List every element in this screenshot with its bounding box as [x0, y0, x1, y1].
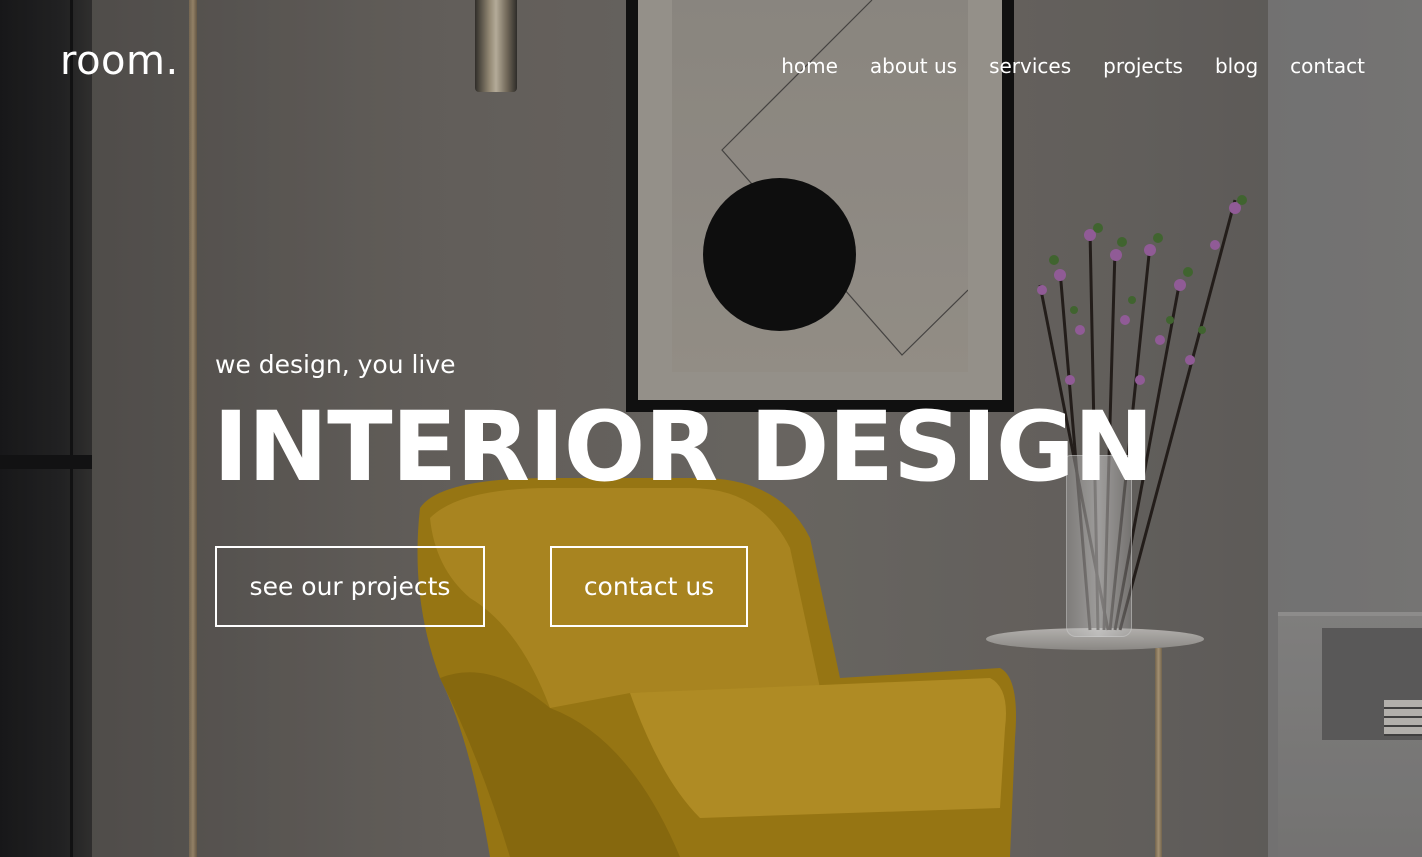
nav-item-about-us[interactable]: about us: [870, 54, 957, 78]
main-nav: home about us services projects blog con…: [781, 54, 1365, 78]
nav-item-blog[interactable]: blog: [1215, 54, 1258, 78]
hero-section: room. home about us services projects bl…: [0, 0, 1422, 857]
nav-item-projects[interactable]: projects: [1103, 54, 1183, 78]
nav-item-contact[interactable]: contact: [1290, 54, 1365, 78]
nav-item-services[interactable]: services: [989, 54, 1071, 78]
site-logo[interactable]: room.: [60, 38, 179, 84]
contact-us-button[interactable]: contact us: [550, 546, 748, 627]
hero-tagline: we design, you live: [215, 350, 456, 379]
hero-headline: INTERIOR DESIGN: [213, 391, 1154, 503]
see-our-projects-button[interactable]: see our projects: [215, 546, 485, 627]
nav-item-home[interactable]: home: [781, 54, 838, 78]
